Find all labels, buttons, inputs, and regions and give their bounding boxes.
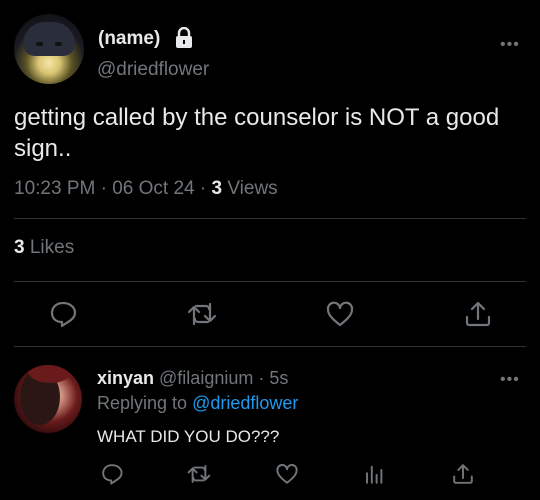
more-options-button[interactable]: •••: [500, 36, 520, 54]
views-icon[interactable]: [363, 462, 387, 486]
likes-count: 3: [14, 237, 25, 258]
lock-icon: [176, 27, 192, 48]
reply-avatar[interactable]: [14, 365, 82, 433]
tweet-text: getting called by the counselor is NOT a…: [14, 104, 500, 162]
reply-header: xinyan @filaignium · 5s: [97, 368, 288, 389]
reply-handle-time[interactable]: @filaignium · 5s: [154, 368, 288, 388]
replying-to: Replying to @driedflower: [97, 393, 298, 414]
divider: [14, 218, 526, 219]
likes-label: Likes: [24, 237, 75, 258]
author-avatar[interactable]: [14, 14, 84, 84]
like-icon[interactable]: [275, 462, 299, 486]
share-icon[interactable]: [451, 462, 475, 486]
divider: [14, 281, 526, 282]
author-handle[interactable]: @driedflower: [97, 59, 209, 81]
tweet-timestamp[interactable]: 10:23 PM · 06 Oct 24 ·: [14, 178, 211, 199]
views-label: Views: [222, 178, 278, 199]
views-count: 3: [211, 178, 223, 199]
replying-to-handle-link[interactable]: @driedflower: [192, 393, 298, 413]
reply-author-name[interactable]: xinyan: [97, 368, 154, 388]
reply-text: WHAT DID YOU DO???: [97, 427, 280, 446]
retweet-icon[interactable]: [187, 462, 211, 486]
reply-more-options-button[interactable]: •••: [500, 371, 520, 389]
divider: [14, 346, 526, 347]
tweet-meta: 10:23 PM · 06 Oct 24 · 3 Views: [14, 178, 278, 200]
likes-stat[interactable]: 3 Likes: [14, 237, 74, 259]
retweet-icon[interactable]: [187, 299, 217, 329]
reply-icon[interactable]: [48, 299, 78, 329]
like-icon[interactable]: [325, 299, 355, 329]
share-icon[interactable]: [463, 299, 493, 329]
replying-to-prefix: Replying to: [97, 393, 193, 413]
author-name[interactable]: (name): [98, 28, 160, 50]
reply-icon[interactable]: [100, 462, 124, 486]
